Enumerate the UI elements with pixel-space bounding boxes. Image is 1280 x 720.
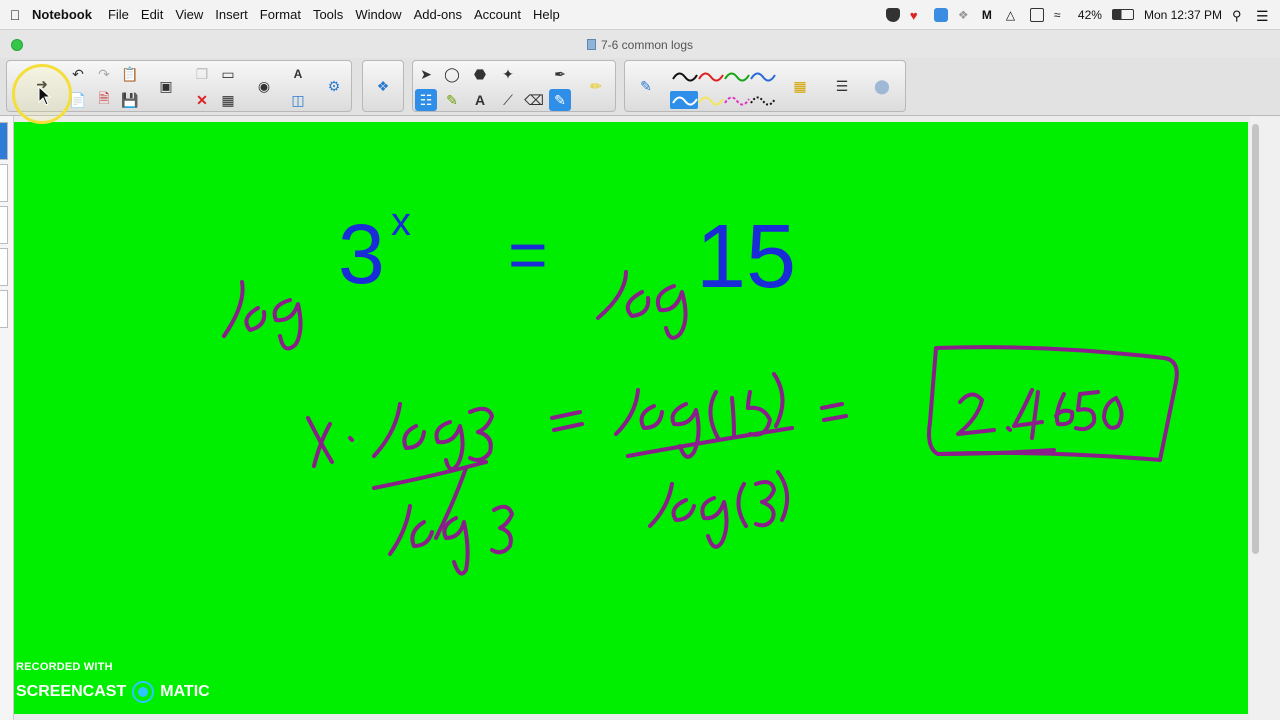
fullscreen-icon[interactable]: ▭	[217, 63, 239, 85]
toolbar: ➜ ↶ ↷ 📋 📄 🗎 💾 ▣ ❐ ▭ ✕ ▦ ◉ A ◫ ⚙ ❖ ➤ ◯ ⬣ …	[0, 58, 1280, 165]
search-icon[interactable]: ⚲	[1232, 8, 1246, 23]
menu-help[interactable]: Help	[533, 7, 572, 22]
ink-log-right	[596, 270, 688, 340]
ink-x	[306, 416, 334, 468]
wifi-icon[interactable]: ≈	[1054, 8, 1068, 22]
notebook-page[interactable]: 3 x = 15	[14, 122, 1248, 714]
menu-edit[interactable]: Edit	[141, 7, 175, 22]
menu-app[interactable]: Notebook	[30, 7, 108, 22]
menu-window[interactable]: Window	[355, 7, 413, 22]
shield-icon[interactable]	[885, 7, 900, 22]
m-icon[interactable]: M	[982, 8, 996, 22]
tab-page-sorter[interactable]	[0, 122, 8, 160]
ink-equals-1	[550, 410, 584, 432]
copy-icon[interactable]: ❐	[191, 63, 213, 85]
save-icon[interactable]: 💾	[119, 89, 141, 111]
toolbar-group-tools: ➤ ◯ ⬣ ✦ ✒ ✏ ☷ ✎ A ⟋ ⌫ ✎	[412, 60, 616, 112]
tab-gallery[interactable]	[0, 164, 8, 202]
document-camera-icon[interactable]: ◫	[287, 89, 309, 111]
airplay-icon[interactable]	[1029, 7, 1044, 22]
menu-tools[interactable]: Tools	[313, 7, 355, 22]
text-size-icon[interactable]: A	[287, 63, 309, 85]
toolbar-group-addons: ❖	[362, 60, 404, 112]
tab-properties[interactable]	[0, 248, 8, 286]
watermark-recorded-with: RECORDED WITH	[16, 661, 113, 673]
handwriting-layer	[222, 270, 1179, 576]
window-title-bar: 7-6 common logs	[0, 30, 1280, 58]
pen-selected-icon[interactable]: ✎	[549, 89, 571, 111]
document-icon	[586, 39, 596, 50]
drive-icon[interactable]: △	[1006, 8, 1020, 22]
ink-log3-numerator	[372, 402, 494, 472]
undo-icon[interactable]: ↶	[67, 63, 89, 85]
watermark-brand-left: SCREENCAST	[16, 683, 127, 700]
line-styles[interactable]	[669, 65, 779, 109]
ink-log-left	[222, 280, 303, 351]
menu-bar:  Notebook File Edit View Insert Format …	[0, 0, 1280, 30]
paste-icon[interactable]: 📋	[119, 63, 141, 85]
pen-style-icon[interactable]: ✎	[635, 75, 657, 97]
response-icon[interactable]: ⚙	[323, 75, 345, 97]
ink-equals-2	[820, 402, 848, 422]
magic-pen-icon[interactable]: ✦	[497, 63, 519, 85]
battery-icon[interactable]	[1111, 9, 1134, 20]
line-icon[interactable]: ⟋	[497, 89, 519, 111]
line-thickness-icon[interactable]: ☰	[831, 75, 853, 97]
menu-insert[interactable]: Insert	[215, 7, 260, 22]
shapes-icon[interactable]: ◯	[441, 63, 463, 85]
add-ons-puzzle-icon[interactable]: ❖	[372, 75, 394, 97]
ink-dot	[348, 436, 354, 442]
delete-page-icon[interactable]: 🗎	[93, 89, 115, 111]
screencast-logo-icon	[132, 681, 155, 703]
screencast-icon[interactable]	[933, 7, 948, 22]
transparency-icon[interactable]: ⬤	[871, 75, 893, 97]
battery-percent: 42%	[1077, 7, 1102, 22]
ink-answer-digits	[956, 388, 1124, 440]
pencil-icon[interactable]: ✎	[441, 89, 463, 111]
window-title: 7-6 common logs	[0, 38, 1280, 52]
menu-file[interactable]: File	[108, 7, 141, 22]
ink-log3-denominator	[388, 504, 514, 576]
notification-center-icon[interactable]: ☰	[1256, 8, 1270, 24]
select-icon[interactable]: ➤	[415, 63, 437, 85]
status-area: ♥ ❖ M △ ≈ 42% Mon 12:37 PM ⚲ ☰	[885, 7, 1280, 24]
toolbar-group-properties: ✎ ▦ ☰ ⬤	[624, 60, 906, 112]
measurement-icon[interactable]: ☷	[415, 89, 437, 111]
camera-icon[interactable]: ◉	[253, 75, 275, 97]
menu-view[interactable]: View	[175, 7, 215, 22]
apple-icon[interactable]: 	[0, 7, 30, 23]
redo-icon[interactable]: ↷	[93, 63, 115, 85]
dropbox-icon[interactable]: ❖	[958, 8, 972, 22]
menu-addons[interactable]: Add-ons	[414, 7, 474, 22]
watermark-brand: SCREENCAST MATIC	[16, 681, 210, 703]
menu-format[interactable]: Format	[260, 7, 313, 22]
ink-fraction-bar-left	[372, 460, 488, 490]
tab-attachments[interactable]	[0, 206, 8, 244]
eraser-icon[interactable]: ⌫	[523, 89, 545, 111]
menubar-clock[interactable]: Mon 12:37 PM	[1144, 8, 1222, 22]
table-icon[interactable]: ▦	[217, 89, 239, 111]
highlighter-icon[interactable]: ✏	[585, 75, 607, 97]
color-palette-icon[interactable]: ▦	[789, 75, 811, 97]
watermark-brand-right: MATIC	[160, 683, 210, 700]
screen-shade-icon[interactable]: ▣	[155, 75, 177, 97]
mouse-pointer-icon	[38, 86, 52, 106]
text-icon[interactable]: A	[469, 89, 491, 111]
fill-icon[interactable]: ⬣	[469, 63, 491, 85]
menu-account[interactable]: Account	[474, 7, 533, 22]
ink-log3-bottom	[648, 470, 790, 549]
ink-answer-box	[927, 345, 1179, 462]
pen-icon[interactable]: ✒	[549, 63, 571, 85]
scrollbar-thumb[interactable]	[1252, 124, 1259, 554]
vertical-scrollbar[interactable]	[1250, 116, 1280, 720]
tab-addons[interactable]	[0, 290, 8, 328]
ink-fraction-bar-right	[626, 426, 794, 458]
delete-icon[interactable]: ✕	[191, 89, 213, 111]
side-tabs	[0, 116, 14, 720]
heart-icon[interactable]: ♥	[910, 8, 924, 23]
